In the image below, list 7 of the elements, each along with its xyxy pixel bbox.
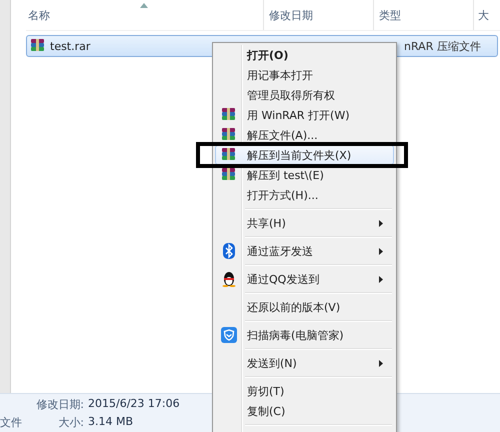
detail-label: 修改日期:	[35, 396, 84, 412]
file-type: nRAR 压缩文件	[404, 38, 481, 54]
detail-label: 大小:	[57, 414, 84, 430]
file-name: test.rar	[50, 40, 92, 52]
file-type-text: 文件	[0, 415, 23, 431]
detail-value: 3.14 MB	[88, 414, 134, 430]
detail-value: 2015/6/23 17:06	[88, 396, 180, 412]
